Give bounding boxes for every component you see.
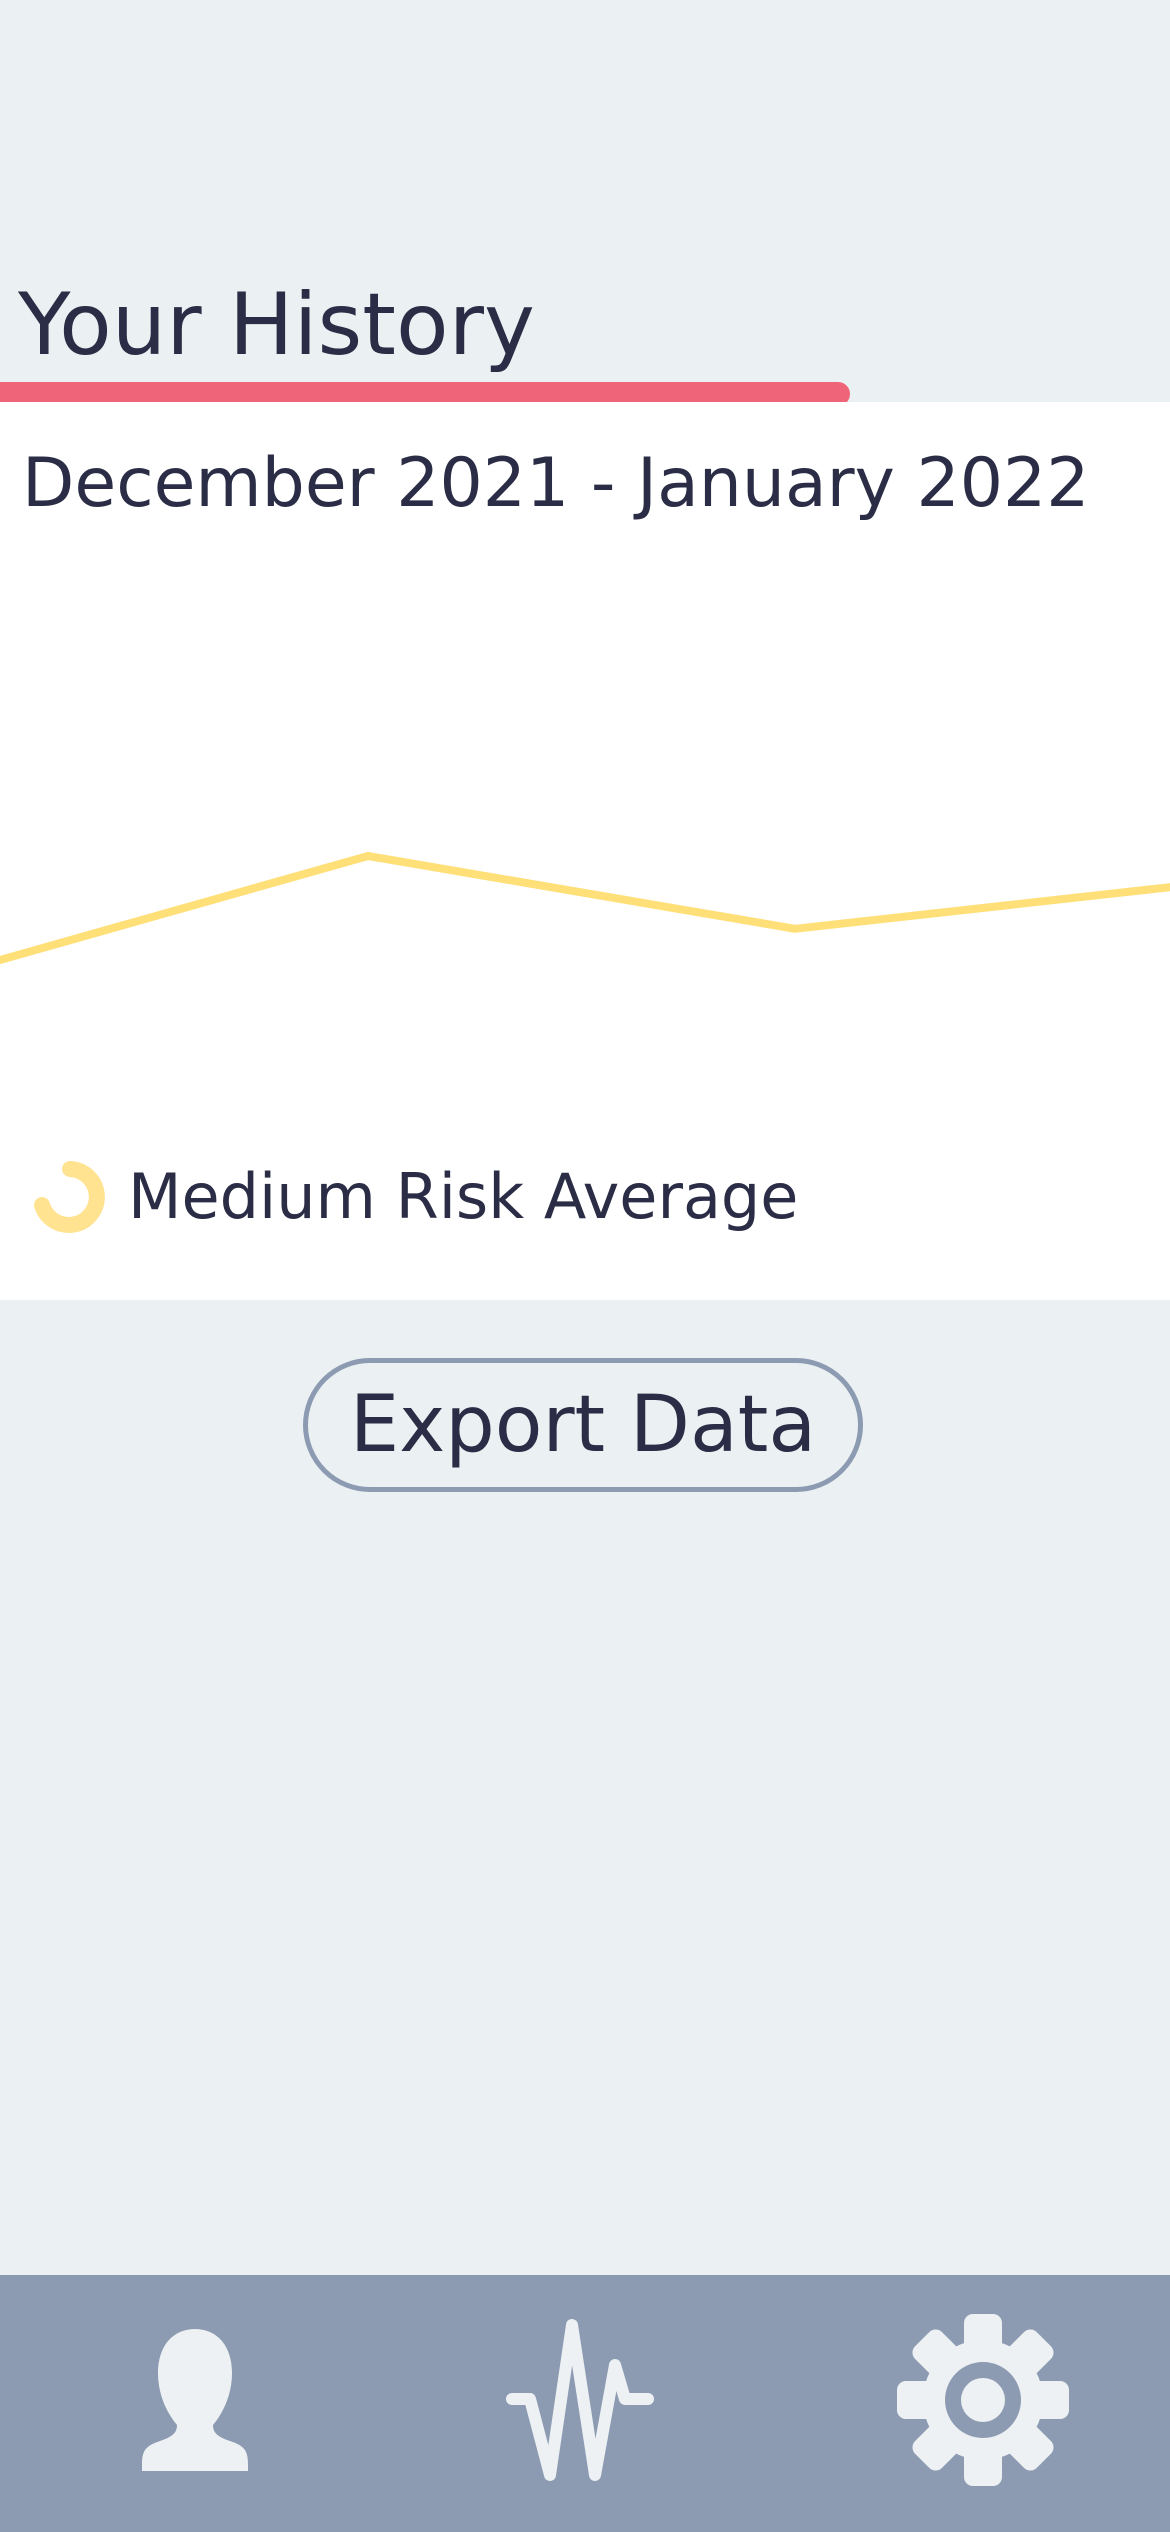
settings-icon [897,2314,1069,2486]
page-title: Your History [18,275,535,375]
history-card: December 2021 - January 2022 Medium Risk… [0,402,1170,1300]
export-data-button[interactable]: Export Data [303,1358,863,1492]
activity-icon [506,2319,654,2481]
medium-risk-ring-icon [34,1161,105,1233]
date-range: December 2021 - January 2022 [22,444,1090,523]
chart-legend: Medium Risk Average [22,1142,798,1252]
data-point-0-2 [791,924,799,933]
data-point-0-1 [364,852,372,860]
profile-icon [142,2329,248,2471]
nav-settings-button[interactable] [888,2305,1078,2495]
bottom-navigation [0,2275,1170,2532]
history-chart [0,852,1170,964]
nav-profile-button[interactable] [100,2305,290,2495]
legend-label: Medium Risk Average [128,1160,799,1233]
series-line-0 [0,852,1170,964]
nav-activity-button[interactable] [490,2305,680,2495]
